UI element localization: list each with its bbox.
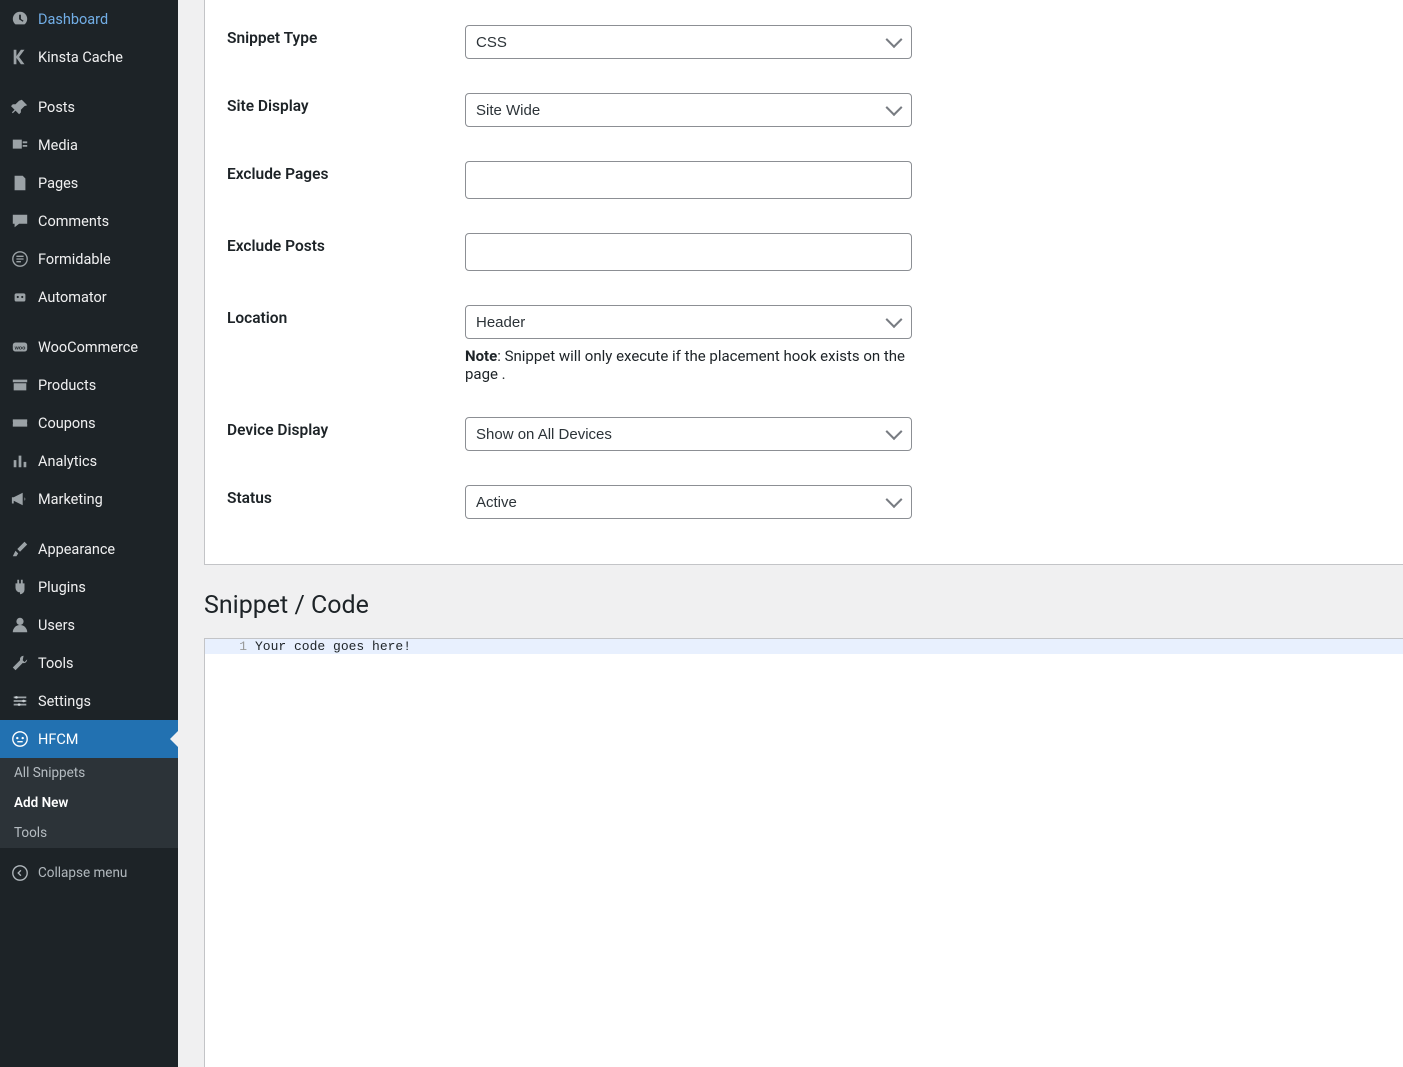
sidebar-item-pages[interactable]: Pages [0,164,178,202]
sidebar-item-products[interactable]: Products [0,366,178,404]
woo-icon: woo [10,337,30,357]
wrench-icon [10,653,30,673]
exclude-pages-input[interactable] [465,161,912,199]
plug-icon [10,577,30,597]
code-editor[interactable]: 1 Your code goes here! [204,638,1403,1067]
sidebar-item-label: Automator [38,289,107,306]
sliders-icon [10,691,30,711]
media-icon [10,135,30,155]
sidebar-item-analytics[interactable]: Analytics [0,442,178,480]
hfcm-submenu: All Snippets Add New Tools [0,758,178,848]
sidebar-item-label: Marketing [38,491,103,508]
chart-icon [10,451,30,471]
pin-icon [10,97,30,117]
admin-sidebar: Dashboard Kinsta Cache Posts Media Pages… [0,0,178,1067]
sidebar-item-formidable[interactable]: Formidable [0,240,178,278]
device-display-label: Device Display [205,417,465,439]
sidebar-item-label: Kinsta Cache [38,49,123,66]
megaphone-icon [10,489,30,509]
sidebar-item-hfcm[interactable]: HFCM [0,720,178,758]
sidebar-item-woocommerce[interactable]: woo WooCommerce [0,328,178,366]
formidable-icon [10,249,30,269]
sidebar-item-users[interactable]: Users [0,606,178,644]
archive-icon [10,375,30,395]
sidebar-item-label: Appearance [38,541,115,558]
sidebar-item-label: Tools [38,655,74,672]
sidebar-item-coupons[interactable]: Coupons [0,404,178,442]
code-section-title: Snippet / Code [204,591,1403,620]
location-note: Note: Snippet will only execute if the p… [465,347,912,383]
main-content: Snippet Type CSS Site Display Site Wide [178,0,1403,1067]
ticket-icon [10,413,30,433]
submenu-add-new[interactable]: Add New [0,788,178,818]
sidebar-item-plugins[interactable]: Plugins [0,568,178,606]
sidebar-item-automator[interactable]: Automator [0,278,178,316]
hfcm-icon [10,729,30,749]
page-icon [10,173,30,193]
exclude-posts-input[interactable] [465,233,912,271]
user-icon [10,615,30,635]
sidebar-item-label: Analytics [38,453,97,470]
sidebar-item-label: Coupons [38,415,96,432]
sidebar-item-label: HFCM [38,731,78,748]
location-label: Location [205,305,465,327]
collapse-label: Collapse menu [38,865,127,881]
sidebar-item-label: Media [38,137,78,154]
k-icon [10,47,30,67]
sidebar-item-label: Posts [38,99,75,116]
location-note-prefix: Note [465,347,497,365]
location-select[interactable]: Header [465,305,912,339]
sidebar-item-appearance[interactable]: Appearance [0,530,178,568]
sidebar-item-label: Users [38,617,75,634]
exclude-posts-label: Exclude Posts [205,233,465,255]
sidebar-item-label: Comments [38,213,109,230]
line-number: 1 [205,639,253,654]
submenu-all-snippets[interactable]: All Snippets [0,758,178,788]
sidebar-item-posts[interactable]: Posts [0,88,178,126]
gauge-icon [10,9,30,29]
snippet-type-label: Snippet Type [205,25,465,47]
snippet-settings-panel: Snippet Type CSS Site Display Site Wide [204,0,1403,565]
sidebar-item-kinsta-cache[interactable]: Kinsta Cache [0,38,178,76]
collapse-menu[interactable]: Collapse menu [0,854,178,892]
sidebar-item-label: Pages [38,175,78,192]
exclude-pages-label: Exclude Pages [205,161,465,183]
code-placeholder: Your code goes here! [253,639,411,654]
sidebar-item-dashboard[interactable]: Dashboard [0,0,178,38]
site-display-label: Site Display [205,93,465,115]
robot-icon [10,287,30,307]
submenu-tools[interactable]: Tools [0,818,178,848]
status-select[interactable]: Active [465,485,912,519]
snippet-type-select[interactable]: CSS [465,25,912,59]
sidebar-item-marketing[interactable]: Marketing [0,480,178,518]
sidebar-item-label: Products [38,377,96,394]
sidebar-item-settings[interactable]: Settings [0,682,178,720]
sidebar-item-label: Settings [38,693,91,710]
collapse-icon [10,863,30,883]
sidebar-item-label: Plugins [38,579,86,596]
sidebar-item-tools[interactable]: Tools [0,644,178,682]
site-display-select[interactable]: Site Wide [465,93,912,127]
location-note-text: : Snippet will only execute if the place… [465,347,905,383]
svg-text:woo: woo [14,346,26,352]
sidebar-item-comments[interactable]: Comments [0,202,178,240]
comment-icon [10,211,30,231]
sidebar-item-label: Dashboard [38,11,108,28]
device-display-select[interactable]: Show on All Devices [465,417,912,451]
sidebar-item-media[interactable]: Media [0,126,178,164]
sidebar-item-label: WooCommerce [38,339,138,356]
status-label: Status [205,485,465,507]
brush-icon [10,539,30,559]
sidebar-item-label: Formidable [38,251,111,268]
